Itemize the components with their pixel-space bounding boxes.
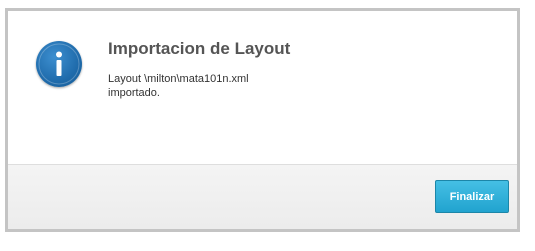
dialog-footer: Finalizar [8,164,517,229]
dialog-body: Importacion de Layout Layout \milton\mat… [8,11,517,164]
message-line: importado. [108,87,160,99]
info-icon [36,41,82,87]
finish-button[interactable]: Finalizar [435,180,509,213]
import-dialog: Importacion de Layout Layout \milton\mat… [5,8,520,232]
dialog-message: Layout \milton\mata101n.xml importado. [108,72,249,100]
dialog-title: Importacion de Layout [108,39,291,58]
message-line: Layout \milton\mata101n.xml [108,73,249,85]
